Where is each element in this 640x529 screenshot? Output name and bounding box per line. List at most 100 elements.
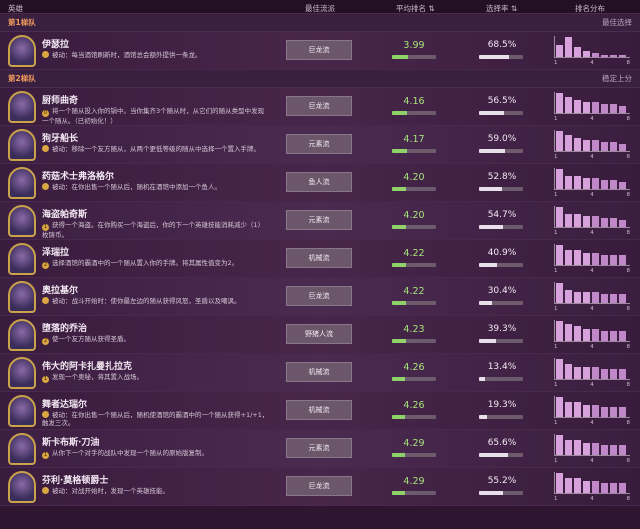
distribution-labels: 1 4 8 (554, 116, 630, 122)
distribution-bar (610, 445, 617, 455)
distribution-bars (554, 244, 630, 266)
hero-portrait[interactable] (8, 357, 36, 389)
avg-placement-bar (392, 377, 436, 381)
distribution-bar (556, 473, 563, 493)
distribution-bar (556, 45, 563, 57)
distribution-labels: 1 4 8 (554, 496, 630, 502)
ability-cost-icon (42, 487, 49, 494)
distribution-label: 8 (626, 496, 631, 502)
hero-row[interactable]: 厨师曲奇 0 将一个随从投入你的锅中。当你集齐3个随从时，从它们的随从类型中发现一个… (0, 88, 640, 126)
best-comp-badge[interactable]: 鱼人流 (286, 172, 352, 192)
distribution-labels: 1 4 8 (554, 230, 630, 236)
hero-name[interactable]: 药菇术士弗洛格尔 (42, 169, 114, 182)
distribution-bar (619, 106, 626, 113)
distribution-bar (574, 440, 581, 455)
hero-name[interactable]: 芬利·莫格顿爵士 (42, 473, 108, 486)
hero-name[interactable]: 斯卡布斯·刀油 (42, 435, 99, 448)
best-comp-badge[interactable]: 巨龙流 (286, 40, 352, 60)
hero-name[interactable]: 奥拉基尔 (42, 283, 78, 296)
distribution-labels: 1 4 8 (554, 382, 630, 388)
distribution-bar (601, 445, 608, 455)
hero-name[interactable]: 泽瑞拉 (42, 245, 69, 258)
hero-portrait[interactable] (8, 471, 36, 503)
hero-row[interactable]: 堕落的乔治 2 使一个友方随从获得圣盾。 野猪人流 4.23 39.3% 1 4 8 (0, 316, 640, 354)
avg-placement-bar (392, 263, 436, 267)
ability-text: 移除一个友方随从，从两个更低等级的随从中选择一个置入手牌。 (71, 145, 261, 153)
distribution-label: 4 (590, 306, 594, 312)
hero-name[interactable]: 伊瑟拉 (42, 37, 69, 50)
distribution-bar (610, 369, 617, 379)
hero-name[interactable]: 伟大的阿卡扎曼扎拉克 (42, 359, 132, 372)
pick-rate-fill (479, 301, 493, 305)
distribution-bars (554, 320, 630, 342)
best-comp-badge[interactable]: 巨龙流 (286, 96, 352, 116)
pick-rate: 56.5% (487, 96, 517, 106)
hero-row[interactable]: 伟大的阿卡扎曼扎拉克 1 发现一个奥秘，将其置入战场。 机械流 4.26 13.4% 1 4 8 (0, 354, 640, 392)
hero-portrait[interactable] (8, 319, 36, 351)
best-comp-badge[interactable]: 机械流 (286, 248, 352, 268)
hero-row[interactable]: 奥拉基尔 被动：战斗开始时：使你最左边的随从获得风怒，圣盾以及嘲讽。 巨龙流 4.22… (0, 278, 640, 316)
hero-portrait[interactable] (8, 395, 36, 427)
hero-portrait[interactable] (8, 281, 36, 313)
distribution-bar (610, 180, 617, 189)
best-comp-badge[interactable]: 野猪人流 (286, 324, 352, 344)
distribution-bar (574, 291, 581, 303)
hero-portrait[interactable] (8, 129, 36, 161)
hero-name[interactable]: 狗牙船长 (42, 131, 78, 144)
header-avg[interactable]: 平均排名 ⇅ (396, 3, 435, 14)
hero-ability: 被动：在你出售一个随从后，随机使酒馆的霸酒中的一个随从获得+1/+1，触发三次。 (42, 411, 270, 427)
hero-row[interactable]: 舞者达瑞尔 被动：在你出售一个随从后，随机使酒馆的霸酒中的一个随从获得+1/+1，… (0, 392, 640, 430)
best-comp-badge[interactable]: 元素流 (286, 438, 352, 458)
hero-name[interactable]: 海盗帕奇斯 (42, 207, 87, 220)
hero-portrait[interactable] (8, 433, 36, 465)
hero-portrait[interactable] (8, 35, 36, 67)
hero-portrait[interactable] (8, 205, 36, 237)
hero-name[interactable]: 厨师曲奇 (42, 93, 78, 106)
hero-row[interactable]: 斯卡布斯·刀油 1 从你下一个对手的战队中发现一个随从的原始版复制。 元素流 4.29 6… (0, 430, 640, 468)
avg-placement-fill (392, 377, 406, 381)
distribution-label: 4 (590, 382, 594, 388)
avg-placement-fill (392, 491, 405, 495)
pick-rate-fill (479, 111, 504, 115)
hero-row[interactable]: 药菇术士弗洛格尔 被动：在你出售一个随从后，随机在酒馆中添加一个鱼人。 鱼人流 4.2… (0, 164, 640, 202)
distribution-bar (565, 364, 572, 379)
ability-cost-icon: 1 (42, 452, 49, 459)
distribution-label: 1 (554, 420, 558, 426)
best-comp-badge[interactable]: 机械流 (286, 362, 352, 382)
best-comp-badge[interactable]: 元素流 (286, 134, 352, 154)
header-pick[interactable]: 选择率 ⇅ (486, 3, 517, 14)
hero-row[interactable]: 狗牙船长 被动：移除一个友方随从，从两个更低等级的随从中选择一个置入手牌。 元素流 4… (0, 126, 640, 164)
hero-name[interactable]: 堕落的乔治 (42, 321, 87, 334)
hero-row[interactable]: 伊瑟拉 被动：每当酒馆刷新时，酒馆总会额外提供一条龙。 巨龙流 3.99 68.5% 1 4… (0, 32, 640, 70)
distribution-bar (601, 369, 608, 379)
distribution-label: 1 (554, 268, 558, 274)
distribution-bar (601, 142, 608, 151)
hero-portrait[interactable] (8, 167, 36, 199)
distribution-bar (574, 47, 581, 57)
best-comp-badge[interactable]: 巨龙流 (286, 286, 352, 306)
hero-row[interactable]: 海盗帕奇斯 1 获得一个海盗。在你购买一个海盗后，你的下一个英雄技能消耗减少（1）枚… (0, 202, 640, 240)
distribution-bar (556, 131, 563, 151)
best-comp-badge[interactable]: 巨龙流 (286, 476, 352, 496)
header-comp[interactable]: 最佳流派 (305, 3, 335, 14)
hero-ability: 0 将一个随从投入你的锅中。当你集齐3个随从时，从它们的随从类型中发现一个随从。（… (42, 107, 270, 125)
distribution-label: 8 (626, 382, 631, 388)
avg-placement: 4.22 (403, 286, 425, 297)
hero-name[interactable]: 舞者达瑞尔 (42, 397, 87, 410)
hero-row[interactable]: 芬利·莫格顿爵士 被动：对战开始时，发现一个英雄技能。 巨龙流 4.29 55.2% 1 4… (0, 468, 640, 506)
avg-placement-bar (392, 225, 436, 229)
avg-placement: 4.29 (403, 438, 425, 449)
distribution-bar (583, 480, 590, 493)
pick-rate: 13.4% (487, 362, 517, 372)
distribution-bars (554, 358, 630, 380)
best-comp-badge[interactable]: 机械流 (286, 400, 352, 420)
hero-portrait[interactable] (8, 243, 36, 275)
placement-distribution: 1 4 8 (552, 90, 632, 124)
distribution-label: 8 (626, 192, 631, 198)
distribution-bars (554, 434, 630, 456)
hero-portrait[interactable] (8, 91, 36, 123)
best-comp-badge[interactable]: 元素流 (286, 210, 352, 230)
ability-type: 被动： (52, 487, 72, 495)
hero-ability: 2 使一个友方随从获得圣盾。 (42, 335, 270, 345)
hero-row[interactable]: 泽瑞拉 2 选择酒馆的霸酒中的一个随从置入你的手牌。将其属性值变为2。 机械流 4.22… (0, 240, 640, 278)
